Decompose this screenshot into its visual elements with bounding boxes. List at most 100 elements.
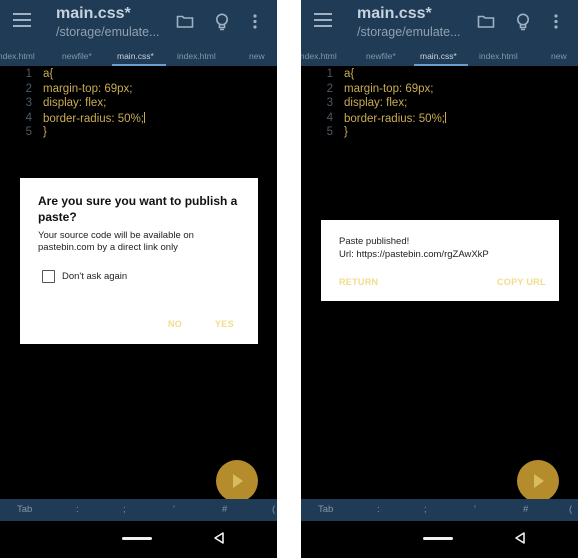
paste-url[interactable]: Url: https://pastebin.com/rgZAwXkP bbox=[339, 249, 489, 260]
tab-new[interactable]: new bbox=[551, 51, 567, 61]
symbol-key-bar: Tab : ; ' # ( bbox=[301, 499, 578, 521]
line-number: 4 bbox=[326, 112, 333, 124]
line-number: 4 bbox=[25, 112, 32, 124]
code-line: 3 display: flex; bbox=[301, 97, 578, 112]
key-tab[interactable]: Tab bbox=[318, 504, 333, 515]
screen-left: main.css* /storage/emulate... index.html… bbox=[0, 0, 277, 558]
system-nav-bar bbox=[301, 521, 578, 558]
file-tabs: index.html newfile* main.css* index.html… bbox=[0, 46, 277, 66]
publish-confirm-dialog: Are you sure you want to publish a paste… bbox=[20, 178, 258, 344]
menu-icon[interactable] bbox=[314, 13, 332, 27]
back-icon[interactable] bbox=[212, 531, 226, 550]
code-text: display: flex; bbox=[344, 97, 408, 109]
line-number: 1 bbox=[326, 68, 333, 80]
code-line: 3 display: flex; bbox=[0, 97, 277, 112]
key-tab[interactable]: Tab bbox=[17, 504, 32, 515]
code-text: } bbox=[43, 126, 47, 138]
code-text: margin-top: 69px; bbox=[344, 83, 434, 95]
system-nav-bar bbox=[0, 521, 277, 558]
code-line: 2 margin-top: 69px; bbox=[0, 83, 277, 98]
code-line: 4 border-radius: 50%; bbox=[0, 112, 277, 127]
file-title: main.css* bbox=[357, 5, 432, 22]
folder-icon[interactable] bbox=[477, 12, 497, 32]
dialog-title: Paste published! bbox=[339, 236, 410, 247]
code-line: 1 a{ bbox=[301, 68, 578, 83]
key-semicolon[interactable]: ; bbox=[424, 504, 427, 515]
key-quote[interactable]: ' bbox=[173, 504, 175, 515]
line-number: 3 bbox=[326, 97, 333, 109]
code-text: display: flex; bbox=[43, 97, 107, 109]
key-paren[interactable]: ( bbox=[569, 504, 572, 515]
play-icon bbox=[233, 474, 243, 488]
more-vert-icon[interactable] bbox=[552, 12, 572, 32]
code-text-content: border-radius: 50%; bbox=[344, 113, 445, 125]
key-semicolon[interactable]: ; bbox=[123, 504, 126, 515]
paste-published-dialog: Paste published! Url: https://pastebin.c… bbox=[321, 220, 559, 301]
code-text: margin-top: 69px; bbox=[43, 83, 133, 95]
folder-icon[interactable] bbox=[176, 12, 196, 32]
screen-right: main.css* /storage/emulate... index.html… bbox=[301, 0, 578, 558]
more-vert-icon[interactable] bbox=[251, 12, 271, 32]
file-path: /storage/emulate... bbox=[357, 25, 461, 39]
tab-newfile[interactable]: newfile* bbox=[62, 51, 92, 61]
code-line: 4 border-radius: 50%; bbox=[301, 112, 578, 127]
file-title: main.css* bbox=[56, 5, 131, 22]
no-button[interactable]: NO bbox=[168, 319, 182, 329]
key-colon[interactable]: : bbox=[377, 504, 380, 515]
file-tabs: index.html newfile* main.css* index.html… bbox=[301, 46, 578, 66]
menu-icon[interactable] bbox=[13, 13, 31, 27]
return-button[interactable]: RETURN bbox=[339, 277, 378, 287]
code-text: a{ bbox=[43, 68, 54, 80]
copy-url-button[interactable]: COPY URL bbox=[497, 277, 546, 287]
key-hash[interactable]: # bbox=[222, 504, 227, 515]
dont-ask-checkbox[interactable] bbox=[42, 270, 55, 283]
app-bar: main.css* /storage/emulate... bbox=[301, 0, 578, 46]
symbol-key-bar: Tab : ; ' # ( bbox=[0, 499, 277, 521]
line-number: 1 bbox=[25, 68, 32, 80]
code-text-content: border-radius: 50%; bbox=[43, 113, 144, 125]
tab-index-html-2[interactable]: index.html bbox=[177, 51, 216, 61]
line-number: 2 bbox=[326, 83, 333, 95]
code-text: } bbox=[344, 126, 348, 138]
tab-main-css[interactable]: main.css* bbox=[420, 51, 457, 61]
active-tab-indicator bbox=[414, 64, 468, 66]
key-paren[interactable]: ( bbox=[272, 504, 275, 515]
tab-newfile[interactable]: newfile* bbox=[366, 51, 396, 61]
tab-main-css[interactable]: main.css* bbox=[117, 51, 154, 61]
code-line: 1 a{ bbox=[0, 68, 277, 83]
play-icon bbox=[534, 474, 544, 488]
app-bar: main.css* /storage/emulate... bbox=[0, 0, 277, 46]
code-line: 5} bbox=[301, 126, 578, 141]
back-icon[interactable] bbox=[513, 531, 527, 550]
code-text: border-radius: 50%; bbox=[344, 112, 446, 125]
tab-index-html[interactable]: index.html bbox=[0, 51, 35, 61]
code-line: 5} bbox=[0, 126, 277, 141]
line-number: 2 bbox=[25, 83, 32, 95]
line-number: 3 bbox=[25, 97, 32, 109]
code-line: 2 margin-top: 69px; bbox=[301, 83, 578, 98]
text-cursor bbox=[445, 112, 446, 123]
active-tab-indicator bbox=[112, 64, 166, 66]
file-path: /storage/emulate... bbox=[56, 25, 160, 39]
lightbulb-icon[interactable] bbox=[213, 12, 233, 32]
code-text: border-radius: 50%; bbox=[43, 112, 145, 125]
tab-index-html[interactable]: index.html bbox=[301, 51, 337, 61]
run-fab[interactable] bbox=[517, 460, 559, 502]
lightbulb-icon[interactable] bbox=[514, 12, 534, 32]
text-cursor bbox=[144, 112, 145, 123]
home-button[interactable] bbox=[423, 537, 453, 540]
dialog-message: Your source code will be available on pa… bbox=[38, 230, 194, 253]
key-colon[interactable]: : bbox=[76, 504, 79, 515]
dont-ask-label[interactable]: Don't ask again bbox=[62, 271, 127, 282]
key-hash[interactable]: # bbox=[523, 504, 528, 515]
dialog-title: Are you sure you want to publish a paste… bbox=[38, 194, 238, 224]
line-number: 5 bbox=[25, 126, 32, 138]
yes-button[interactable]: YES bbox=[215, 319, 234, 329]
tab-index-html-2[interactable]: index.html bbox=[479, 51, 518, 61]
line-number: 5 bbox=[326, 126, 333, 138]
code-text: a{ bbox=[344, 68, 355, 80]
tab-new[interactable]: new bbox=[249, 51, 265, 61]
run-fab[interactable] bbox=[216, 460, 258, 502]
home-button[interactable] bbox=[122, 537, 152, 540]
key-quote[interactable]: ' bbox=[474, 504, 476, 515]
